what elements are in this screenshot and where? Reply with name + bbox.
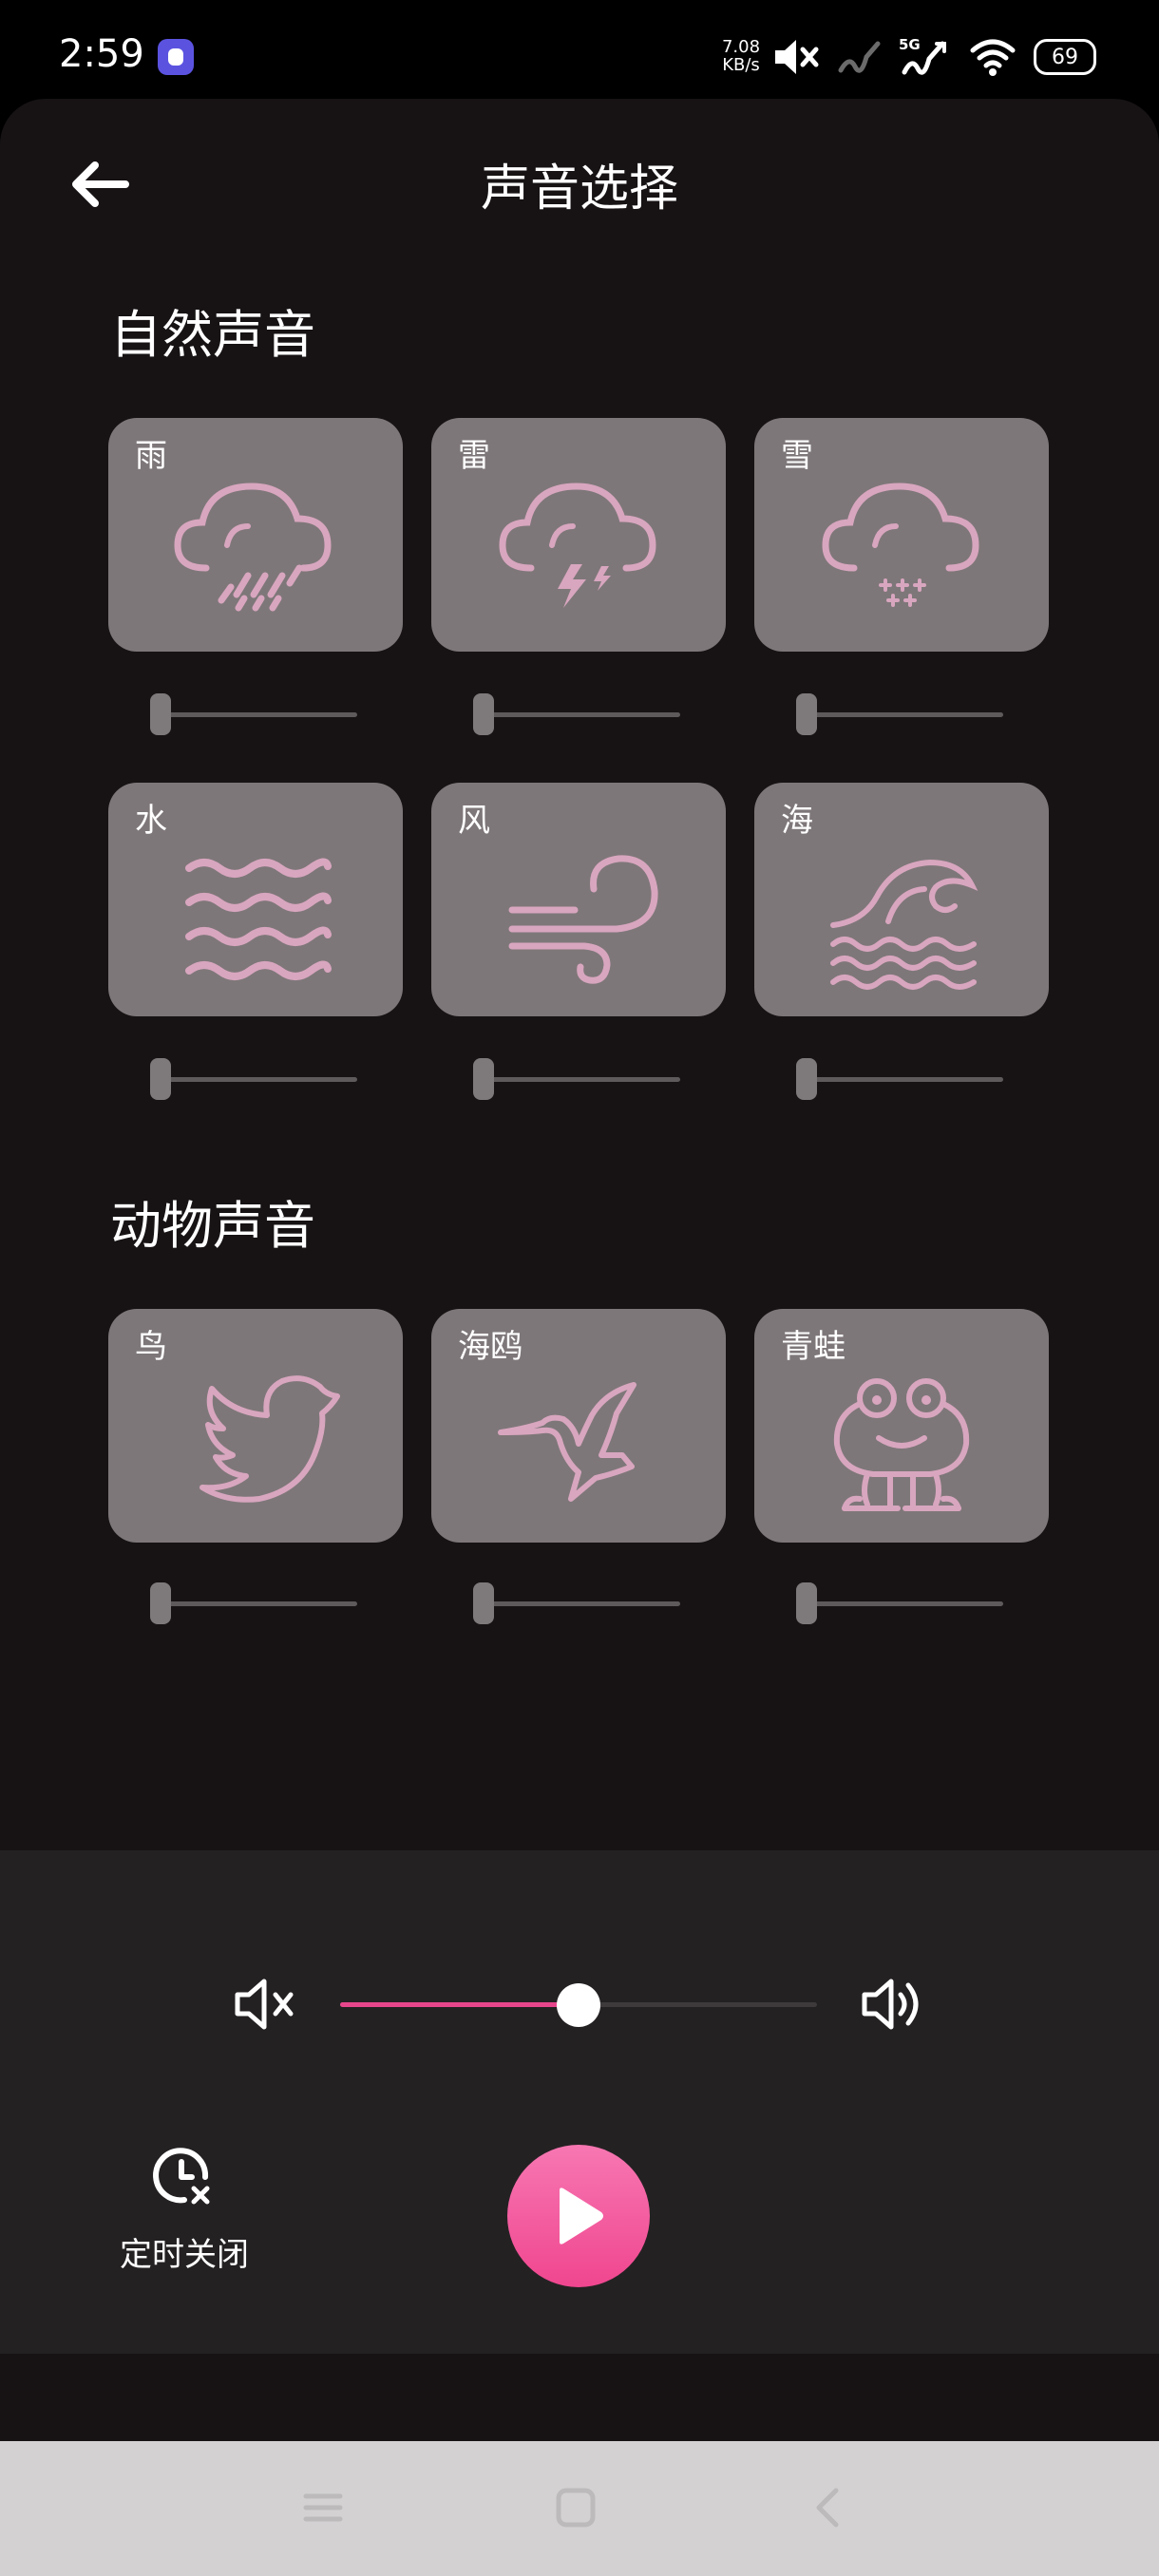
sound-tile-bird[interactable]: 鸟	[108, 1309, 403, 1543]
volume-slider-ocean[interactable]	[796, 1058, 1003, 1100]
slider-track	[804, 1601, 1003, 1606]
rain-cloud-icon	[174, 483, 332, 612]
sound-tile-water[interactable]: 水	[108, 783, 403, 1016]
slider-track	[804, 712, 1003, 717]
back-nav-icon[interactable]	[800, 2479, 857, 2536]
seagull-icon	[498, 1382, 636, 1502]
battery-indicator: 69	[1034, 39, 1096, 75]
slider-track	[158, 1601, 357, 1606]
volume-slider-thunder[interactable]	[473, 693, 680, 735]
sound-tile-thunder[interactable]: 雷	[431, 418, 726, 652]
signal-sim1-icon	[838, 41, 881, 73]
menu-icon[interactable]	[294, 2479, 352, 2536]
volume-slider-bird[interactable]	[150, 1582, 357, 1624]
sound-tile-snow[interactable]: 雪	[754, 418, 1049, 652]
timer-off-button[interactable]: 定时关闭	[99, 2139, 270, 2282]
status-time: 2:59	[59, 32, 144, 76]
system-navigation-bar	[0, 2441, 1159, 2576]
slider-track	[804, 1077, 1003, 1082]
signal-sim2: 5G	[899, 36, 952, 78]
slider-knob[interactable]	[796, 693, 817, 735]
status-icons: 5G 69	[771, 28, 1096, 85]
app-notification-icon	[158, 39, 194, 75]
sound-tile-frog[interactable]: 青蛙	[754, 1309, 1049, 1543]
volume-slider-rain[interactable]	[150, 693, 357, 735]
page-title: 声音选择	[480, 161, 678, 218]
sound-tile-wind[interactable]: 风	[431, 783, 726, 1016]
sound-tile-ocean[interactable]: 海	[754, 783, 1049, 1016]
ocean-wave-icon	[830, 859, 978, 990]
network-speed: 7.08 KB/s	[721, 37, 761, 75]
home-icon[interactable]	[547, 2479, 604, 2536]
slider-knob[interactable]	[150, 693, 171, 735]
sound-tile-rain[interactable]: 雨	[108, 418, 403, 652]
section-title-nature: 自然声音	[110, 305, 315, 365]
volume-slider-frog[interactable]	[796, 1582, 1003, 1624]
slider-track	[158, 1077, 357, 1082]
frog-icon	[833, 1378, 970, 1511]
timer-label: 定时关闭	[120, 2236, 249, 2274]
slider-knob[interactable]	[150, 1058, 171, 1100]
master-volume-knob[interactable]	[557, 1983, 600, 2027]
slider-knob[interactable]	[473, 693, 494, 735]
volume-slider-seagull[interactable]	[473, 1582, 680, 1624]
water-waves-icon	[185, 858, 332, 980]
slider-knob[interactable]	[473, 1582, 494, 1624]
volume-up-icon[interactable]	[859, 1974, 925, 2035]
wind-icon	[508, 855, 658, 984]
play-icon	[560, 2188, 603, 2245]
slider-knob[interactable]	[473, 1058, 494, 1100]
bird-icon	[200, 1375, 340, 1503]
volume-slider-snow[interactable]	[796, 693, 1003, 735]
slider-track	[481, 1601, 680, 1606]
section-title-animals: 动物声音	[110, 1196, 315, 1256]
slider-knob[interactable]	[796, 1582, 817, 1624]
master-volume-fill	[340, 2002, 579, 2007]
clock-close-icon	[153, 2148, 210, 2205]
slider-knob[interactable]	[150, 1582, 171, 1624]
play-button[interactable]	[507, 2145, 650, 2287]
signal-sim2-icon	[902, 41, 946, 75]
sound-tile-seagull[interactable]: 海鸥	[431, 1309, 726, 1543]
status-bar: 2:59 7.08 KB/s 5G 69	[0, 0, 1159, 104]
volume-slider-water[interactable]	[150, 1058, 357, 1100]
mute-status-icon	[775, 40, 819, 74]
snow-cloud-icon	[822, 483, 979, 607]
slider-track	[158, 712, 357, 717]
wifi-icon	[970, 39, 1016, 76]
slider-track	[481, 712, 680, 717]
thunder-cloud-icon	[499, 483, 656, 608]
mute-icon[interactable]	[232, 1976, 298, 2033]
volume-slider-wind[interactable]	[473, 1058, 680, 1100]
slider-knob[interactable]	[796, 1058, 817, 1100]
slider-track	[481, 1077, 680, 1082]
